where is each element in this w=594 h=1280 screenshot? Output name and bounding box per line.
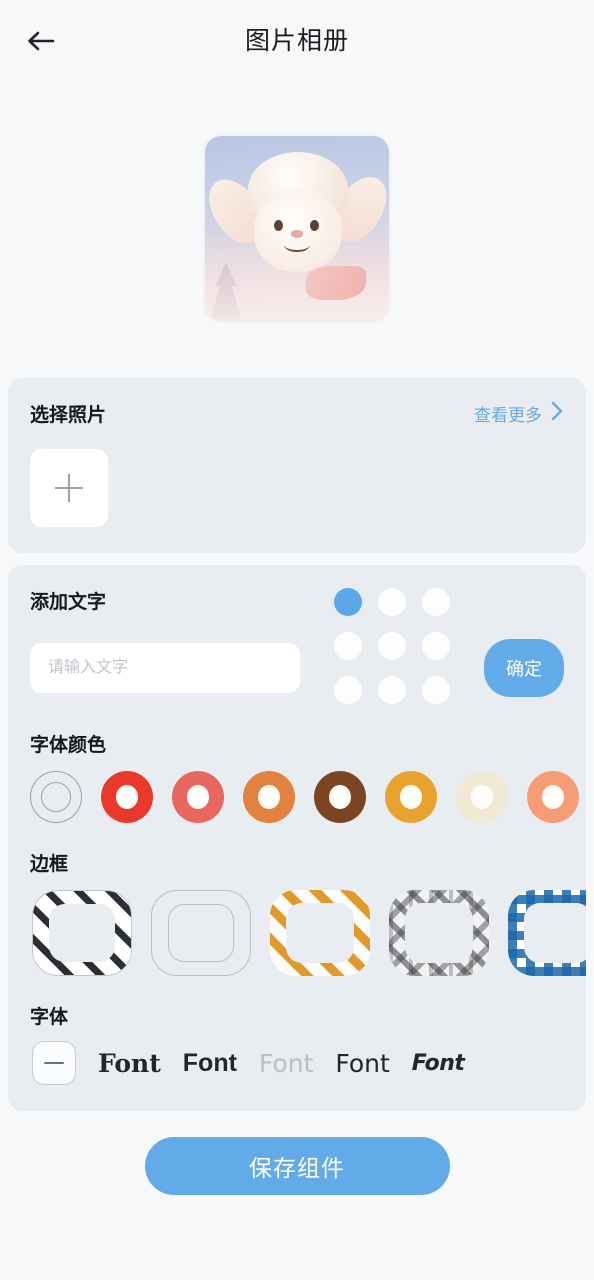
position-dot-top-right[interactable] [422, 588, 450, 616]
add-text-title: 添加文字 [30, 592, 107, 613]
frame-cutout [405, 903, 473, 963]
font-option-1[interactable]: Font [98, 1049, 161, 1078]
save-area: 保存组件 [0, 1137, 594, 1195]
lamb-eye-left [274, 219, 283, 231]
font-color-swatch-row[interactable] [8, 757, 586, 823]
lamb-mouth [284, 238, 310, 252]
color-swatch-salmon[interactable] [172, 771, 224, 823]
swatch-inner-ring [41, 782, 71, 812]
frame-cutout [286, 903, 354, 963]
text-input[interactable] [30, 643, 300, 693]
swatch-hole [187, 785, 209, 809]
border-option-diagonal-stripe-black[interactable] [32, 890, 132, 976]
select-photos-title: 选择照片 [30, 405, 107, 426]
font-option-5[interactable]: Font [412, 1051, 465, 1076]
view-more-button[interactable]: 查看更多 [474, 400, 564, 427]
lamb-plush-illustration [205, 146, 389, 300]
swatch-hole [116, 785, 138, 809]
position-dot-top-left[interactable] [334, 588, 362, 616]
frame-cutout [49, 904, 115, 962]
image-album-screen: 图片相册 选择照片 查看更多 添加文字 请输入文字 确定 字体颜色 边框 字体 … [0, 0, 594, 1280]
select-photos-card: 选择照片 查看更多 [8, 378, 586, 553]
position-dot-bottom-center[interactable] [378, 676, 406, 704]
border-title: 边框 [30, 854, 69, 875]
color-swatch-cream[interactable] [456, 771, 508, 823]
position-dot-middle-center[interactable] [378, 632, 406, 660]
add-text-row: 确定 [8, 588, 586, 704]
frame-cutout [524, 903, 586, 963]
confirm-text-button[interactable]: 确定 [484, 639, 564, 697]
plus-icon [55, 474, 83, 502]
color-swatch-red[interactable] [101, 771, 153, 823]
position-dot-bottom-right[interactable] [422, 676, 450, 704]
font-option-4[interactable]: Font [335, 1049, 389, 1078]
photo-preview[interactable] [205, 136, 389, 320]
editor-card: 添加文字 确定 字体颜色 [8, 565, 586, 1111]
text-position-grid[interactable] [334, 588, 450, 704]
swatch-hole [258, 785, 280, 809]
font-option-none[interactable] [32, 1041, 76, 1085]
app-header: 图片相册 [0, 0, 594, 78]
border-frame-row[interactable] [8, 876, 586, 976]
lamb-eye-right [310, 219, 319, 231]
lamb-nose [291, 229, 303, 238]
position-dot-middle-left[interactable] [334, 632, 362, 660]
position-dot-top-center[interactable] [378, 588, 406, 616]
border-option-gingham-blue[interactable] [508, 890, 586, 976]
border-option-plaid-gray[interactable] [389, 890, 489, 976]
frame-cutout [168, 904, 234, 962]
font-option-row[interactable]: Font Font Font Font Font [8, 1029, 586, 1085]
font-option-2[interactable]: Font [183, 1049, 237, 1078]
view-more-label: 查看更多 [474, 406, 542, 425]
chevron-right-icon [550, 400, 564, 427]
font-color-title: 字体颜色 [30, 735, 107, 756]
swatch-hole [471, 785, 493, 809]
color-swatch-none[interactable] [30, 771, 82, 823]
swatch-hole [542, 785, 564, 809]
lamb-scarf [306, 265, 366, 300]
border-option-diagonal-stripe-orange[interactable] [270, 890, 370, 976]
color-swatch-peach[interactable] [527, 771, 579, 823]
color-swatch-orange[interactable] [243, 771, 295, 823]
position-dot-middle-right[interactable] [422, 632, 450, 660]
page-title: 图片相册 [244, 27, 349, 55]
add-photo-button[interactable] [30, 449, 108, 527]
minus-icon [44, 1061, 64, 1065]
color-swatch-amber[interactable] [385, 771, 437, 823]
swatch-hole [400, 785, 422, 809]
position-dot-bottom-left[interactable] [334, 676, 362, 704]
color-swatch-brown[interactable] [314, 771, 366, 823]
save-widget-button[interactable]: 保存组件 [144, 1137, 450, 1195]
swatch-hole [329, 785, 351, 809]
preview-area [0, 78, 594, 378]
border-option-plain-outline[interactable] [151, 890, 251, 976]
font-option-3[interactable]: Font [259, 1049, 313, 1078]
select-photos-header: 选择照片 查看更多 [30, 400, 564, 427]
font-title: 字体 [30, 1007, 69, 1028]
